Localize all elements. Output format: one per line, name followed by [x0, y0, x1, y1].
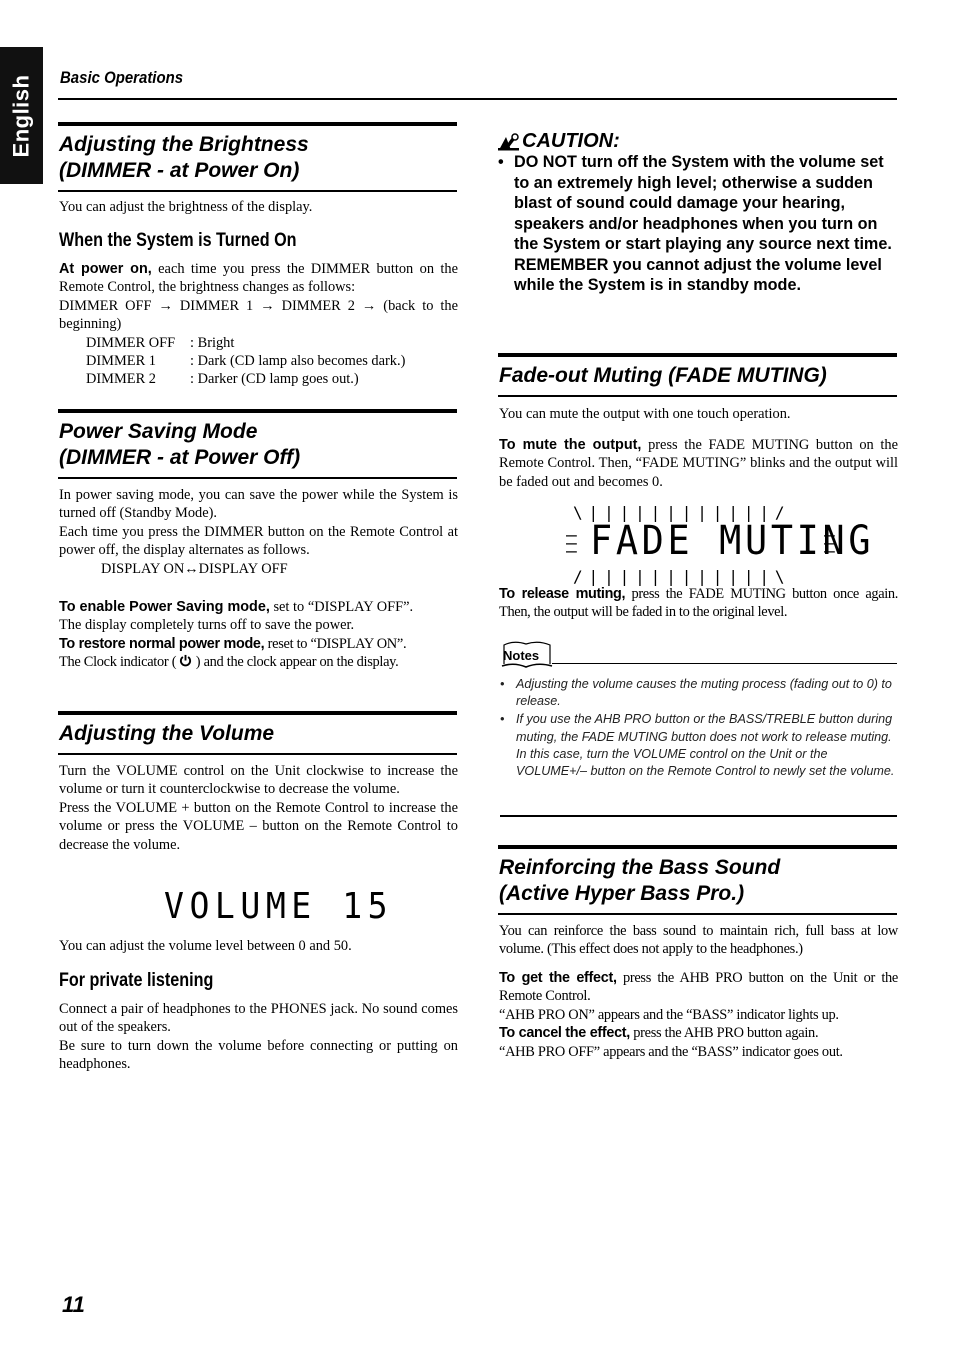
release-bold: To release muting, — [499, 586, 626, 602]
caution-title: CAUTION: — [522, 130, 620, 152]
brightness-body: At power on, each time you press the DIM… — [59, 260, 458, 389]
title-line-1: Power Saving Mode — [59, 420, 258, 443]
ahb-on-note: “AHB PRO ON” appears and the “BASS” indi… — [499, 1006, 839, 1023]
subhead-private-listening: For private listening — [59, 970, 214, 991]
display-toggle-sequence: DISPLAY ON↔DISPLAY OFF — [101, 560, 288, 577]
clock-pre: The Clock indicator ( — [59, 654, 180, 671]
cancel-bold: To cancel the effect, — [499, 1025, 630, 1042]
level-desc: : Darker (CD lamp goes out.) — [190, 371, 359, 388]
volume-body: Turn the VOLUME control on the Unit cloc… — [59, 762, 458, 854]
enable-text: set to “DISPLAY OFF”. — [269, 599, 414, 615]
brightness-intro: You can adjust the brightness of the dis… — [59, 199, 313, 215]
cancel-effect: To cancel the effect, press the AHB PRO … — [499, 1024, 898, 1042]
fade-mute-instruction: To mute the output, press the FADE MUTIN… — [499, 436, 898, 491]
note-item: • Adjusting the volume causes the muting … — [500, 676, 897, 710]
volume-p2: Press the VOLUME + button on the Remote … — [59, 799, 458, 853]
level-name: DIMMER OFF — [86, 334, 176, 351]
note-text: If you use the AHB PRO button or the BAS… — [516, 712, 895, 779]
lead-bold: At power on, — [59, 261, 152, 277]
title-line-2: (DIMMER - at Power On) — [59, 159, 300, 182]
notes-rule — [552, 663, 897, 664]
power-saving-body: In power saving mode, you can save the p… — [59, 486, 458, 578]
volume-range-note: You can adjust the volume level between … — [59, 938, 352, 954]
title-line-2: (DIMMER - at Power Off) — [59, 446, 301, 469]
dimmer-level-row: DIMMER 2 : Darker (CD lamp goes out.) — [86, 370, 458, 388]
section-title-power-saving: Power Saving Mode (DIMMER - at Power Off… — [58, 409, 457, 479]
notes-end-rule — [500, 815, 897, 817]
running-head: Basic Operations — [60, 68, 184, 87]
blink-rays-left: — — — — [566, 525, 577, 562]
blink-rays-bottom: /||||||||||||\ — [573, 567, 791, 586]
bullet-dot: • — [500, 712, 505, 727]
level-desc: : Dark (CD lamp also becomes dark.) — [190, 353, 406, 370]
caution-body: • DO NOT turn off the System with the vol… — [498, 152, 900, 296]
language-tab: English — [0, 47, 43, 184]
private-p2: Be sure to turn down the volume before c… — [59, 1037, 458, 1073]
section-title-volume: Adjusting the Volume — [58, 711, 457, 755]
fade-release-instruction: To release muting, press the FADE MUTING… — [499, 585, 898, 622]
private-listening-body: Connect a pair of headphones to the PHON… — [59, 1000, 458, 1074]
volume-p1: Turn the VOLUME control on the Unit cloc… — [59, 763, 458, 798]
blink-rays-right: — — — — [824, 525, 835, 562]
enable-bold: To enable Power Saving mode, — [59, 599, 270, 615]
caution-heading: CAUTION: — [498, 130, 620, 153]
get-effect: To get the effect, press the AHB PRO but… — [499, 969, 898, 1006]
enable-note: The display completely turns off to save… — [59, 617, 355, 634]
power-saving-p2: Each time you press the DIMMER button on… — [59, 523, 458, 559]
notes-list: • Adjusting the volume causes the muting … — [500, 676, 897, 781]
get-bold: To get the effect, — [499, 970, 617, 986]
power-saving-instructions: To enable Power Saving mode, set to “DIS… — [59, 598, 458, 672]
dimmer-level-row: DIMMER 1 : Dark (CD lamp also becomes dar… — [86, 352, 458, 370]
bullet-dot: • — [500, 677, 505, 691]
header-rule — [58, 98, 897, 100]
notes-label: Notes — [503, 648, 540, 663]
section-title-brightness: Adjusting the Brightness (DIMMER - at Po… — [58, 122, 457, 192]
level-desc: : Bright — [190, 334, 235, 351]
bass-instructions: To get the effect, press the AHB PRO but… — [499, 969, 898, 1061]
dimmer-sequence: DIMMER OFF → DIMMER 1 → DIMMER 2 → (back… — [59, 297, 458, 333]
power-clock-icon — [180, 655, 192, 667]
bullet-dot: • — [498, 153, 504, 171]
page-number: 11 — [62, 1292, 85, 1317]
enable-instruction: To enable Power Saving mode, set to “DIS… — [59, 598, 458, 616]
subhead-system-on: When the System is Turned On — [59, 230, 297, 251]
title-line-1: Fade-out Muting (FADE MUTING) — [499, 364, 827, 387]
section-title-fade-muting: Fade-out Muting (FADE MUTING) — [498, 353, 897, 397]
note-item: • If you use the AHB PRO button or the BA… — [500, 711, 897, 780]
restore-text: reset to “DISPLAY ON”. — [264, 635, 407, 652]
fade-intro: You can mute the output with one touch o… — [499, 406, 791, 422]
caution-bullet: • DO NOT turn off the System with the vol… — [498, 152, 900, 255]
note-text: Adjusting the volume causes the muting p… — [516, 677, 892, 709]
mute-bold: To mute the output, — [499, 437, 642, 453]
cancel-text: press the AHB PRO button again. — [629, 1025, 819, 1042]
dimmer-level-row: DIMMER OFF : Bright — [86, 334, 458, 352]
caution-bullet-text: DO NOT turn off the System with the volu… — [514, 153, 892, 253]
dimmer-levels: DIMMER OFF : Bright DIMMER 1 : Dark (CD la… — [59, 334, 458, 389]
caution-pen-icon — [498, 132, 519, 150]
brightness-lead: At power on, each time you press the DIM… — [59, 260, 458, 297]
notes-header: Notes — [500, 640, 897, 672]
language-label: English — [8, 74, 34, 157]
power-saving-p1: In power saving mode, you can save the p… — [59, 487, 458, 522]
restore-bold: To restore normal power mode, — [59, 635, 265, 652]
level-name: DIMMER 2 — [86, 371, 156, 388]
clock-note: The Clock indicator ( ) and the clock ap… — [59, 653, 458, 671]
title-line-1: Adjusting the Volume — [59, 722, 275, 745]
caution-remember: REMEMBER you cannot adjust the volume le… — [514, 255, 882, 295]
bass-intro: You can reinforce the bass sound to main… — [499, 923, 898, 958]
title-line-1: Adjusting the Brightness — [59, 133, 309, 156]
level-name: DIMMER 1 — [86, 353, 156, 370]
clock-post: ) and the clock appear on the display. — [192, 654, 399, 671]
restore-instruction: To restore normal power mode, reset to “… — [59, 635, 458, 653]
title-line-1: Reinforcing the Bass Sound — [499, 856, 781, 879]
section-title-bass: Reinforcing the Bass Sound (Active Hyper… — [498, 845, 897, 915]
volume-lcd-display: VOLUME 15 — [164, 886, 394, 927]
private-p1: Connect a pair of headphones to the PHON… — [59, 1001, 458, 1036]
title-line-2: (Active Hyper Bass Pro.) — [499, 882, 745, 905]
ahb-off-note: “AHB PRO OFF” appears and the “BASS” ind… — [499, 1043, 843, 1060]
